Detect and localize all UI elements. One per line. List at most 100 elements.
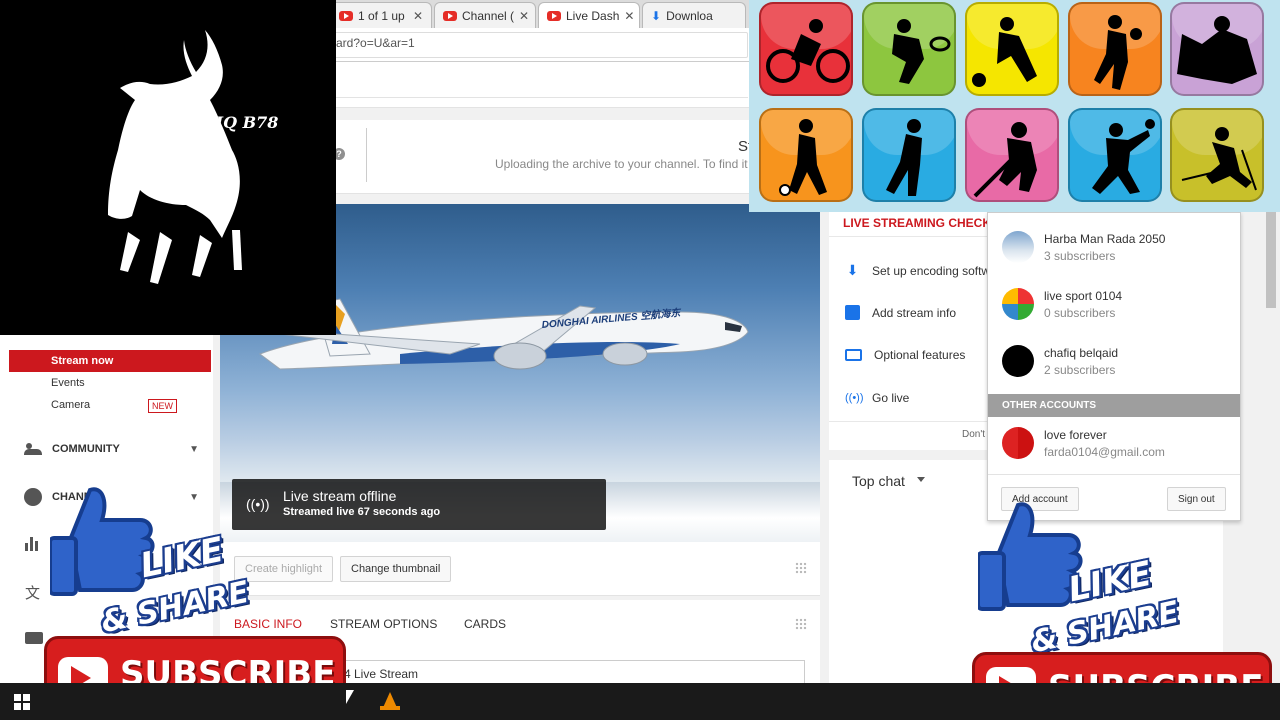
checklist-item-optional-features[interactable]: Optional features (845, 348, 987, 362)
sign-out-button[interactable]: Sign out (1167, 487, 1226, 511)
avatar (1002, 231, 1034, 263)
shot-put-icon (1068, 108, 1162, 202)
avatar (1002, 427, 1034, 459)
browser-tab-live-dashboard[interactable]: Live Dash ✕ (538, 2, 640, 28)
broadcast-icon: ((•)) (246, 496, 270, 512)
search-input[interactable] (334, 70, 748, 98)
avatar (1002, 345, 1034, 377)
chevron-down-icon: ▼ (189, 491, 199, 503)
account-name: Harba Man Rada 2050 (1044, 232, 1166, 246)
divider (366, 128, 367, 182)
card-icon (845, 349, 862, 361)
analytics-icon[interactable] (25, 537, 41, 551)
checklist-label: Set up encoding software (872, 263, 987, 278)
tab-stream-options[interactable]: STREAM OPTIONS (330, 617, 437, 631)
channel-logo-overlay (0, 0, 336, 335)
account-subscribers: 2 subscribers (1044, 363, 1116, 377)
hockey-goalie-icon (1170, 2, 1264, 96)
account-name: love forever (1044, 428, 1107, 442)
sidebar-section-community[interactable]: COMMUNITY ▼ (24, 443, 199, 455)
chart-icon (845, 305, 860, 320)
new-badge: NEW (148, 399, 177, 413)
account-subscribers: 3 subscribers (1044, 249, 1116, 263)
translate-icon[interactable]: 文 (25, 582, 40, 603)
drag-handle-icon[interactable] (795, 618, 807, 630)
account-name: live sport 0104 (1044, 289, 1123, 303)
video-camera-icon[interactable] (25, 632, 43, 644)
youtube-icon (339, 10, 353, 21)
sidebar-item-camera[interactable]: Camera (51, 399, 90, 411)
chevron-down-icon: ▼ (189, 443, 199, 455)
tab-cards[interactable]: CARDS (464, 617, 506, 631)
tab-label: Live Dash (566, 8, 620, 23)
checklist-item-stream-info[interactable]: Add stream info (845, 305, 987, 320)
tab-basic-info[interactable]: BASIC INFO (234, 617, 302, 631)
close-icon[interactable]: ✕ (624, 9, 634, 23)
taskbar (0, 683, 1280, 720)
close-icon[interactable]: ✕ (519, 9, 529, 23)
sidebar-item-events[interactable]: Events (51, 377, 85, 389)
tennis-icon (862, 2, 956, 96)
other-accounts-header: OTHER ACCOUNTS (988, 394, 1240, 417)
account-item[interactable]: live sport 0104 0 subscribers (1002, 288, 1232, 324)
skiing-icon (1170, 108, 1264, 202)
url-text: ard?o=U&ar=1 (336, 36, 415, 50)
cycling-icon (759, 2, 853, 96)
account-item[interactable]: Harba Man Rada 2050 3 subscribers (1002, 231, 1232, 267)
create-highlight-button[interactable]: Create highlight (234, 556, 334, 582)
mouse-cursor (346, 690, 354, 704)
tab-label: 1 of 1 up (358, 8, 405, 23)
windows-start-icon[interactable] (14, 694, 30, 710)
browser-tab-upload[interactable]: 1 of 1 up ✕ (330, 2, 432, 28)
divider (829, 421, 989, 422)
people-icon (24, 443, 42, 455)
checklist-label: Add stream info (872, 305, 957, 320)
divider (829, 236, 989, 237)
tab-label: Downloa (666, 8, 713, 23)
running-icon (862, 108, 956, 202)
soccer-icon (759, 108, 853, 202)
offline-title: Live stream offline (283, 488, 397, 504)
ice-hockey-icon (965, 108, 1059, 202)
screen: 1 of 1 up ✕ Channel ( ✕ Live Dash ✕ ⬇ Do… (0, 0, 1280, 720)
account-item[interactable]: chafiq belqaid 2 subscribers (1002, 345, 1232, 381)
account-item[interactable]: love forever farda0104@gmail.com (1002, 427, 1232, 463)
section-label: COMMUNITY (52, 443, 120, 455)
scrollbar[interactable] (1266, 212, 1276, 308)
thumbs-up-icon (978, 502, 1083, 611)
account-circle-icon (24, 488, 42, 506)
download-icon: ⬇ (846, 262, 859, 278)
divider (988, 474, 1240, 475)
checklist-footer: Don't (962, 429, 986, 440)
sidebar-item-stream-now[interactable]: Stream now (9, 350, 211, 372)
change-thumbnail-button[interactable]: Change thumbnail (340, 556, 452, 582)
checklist-label: Go live (872, 391, 910, 405)
browser-tab-channel[interactable]: Channel ( ✕ (434, 2, 536, 28)
checklist-label: Optional features (874, 348, 966, 362)
top-chat-dropdown[interactable]: Top chat (852, 473, 905, 489)
broadcast-icon: ((•)) (845, 392, 864, 404)
basketball-icon (1068, 2, 1162, 96)
checklist-item-go-live[interactable]: ((•)) Go live (845, 391, 987, 405)
notice-text: Uploading the archive to your channel. T… (495, 157, 748, 171)
drag-handle-icon[interactable] (795, 562, 807, 574)
vlc-icon[interactable] (380, 692, 400, 710)
avatar (1002, 288, 1034, 320)
download-icon: ⬇ (651, 8, 662, 23)
caret-down-icon[interactable] (917, 477, 925, 482)
close-icon[interactable]: ✕ (413, 9, 423, 23)
offline-subtitle: Streamed live 67 seconds ago (283, 506, 441, 518)
youtube-icon (547, 10, 561, 21)
account-email: farda0104@gmail.com (1044, 445, 1165, 459)
offline-banner (232, 479, 606, 530)
browser-tab-downloads[interactable]: ⬇ Downloa (642, 2, 746, 28)
logo-text: CHAFIQ B78 (164, 113, 279, 132)
account-subscribers: 0 subscribers (1044, 306, 1116, 320)
checklist-item-encoding[interactable]: ⬇ Set up encoding software (845, 262, 987, 279)
bowling-icon (965, 2, 1059, 96)
account-name: chafiq belqaid (1044, 346, 1119, 360)
checklist-title: LIVE STREAMING CHECKLIST (843, 216, 988, 230)
youtube-icon (443, 10, 457, 21)
tab-label: Channel ( (462, 8, 515, 23)
deer-logo (108, 30, 242, 284)
